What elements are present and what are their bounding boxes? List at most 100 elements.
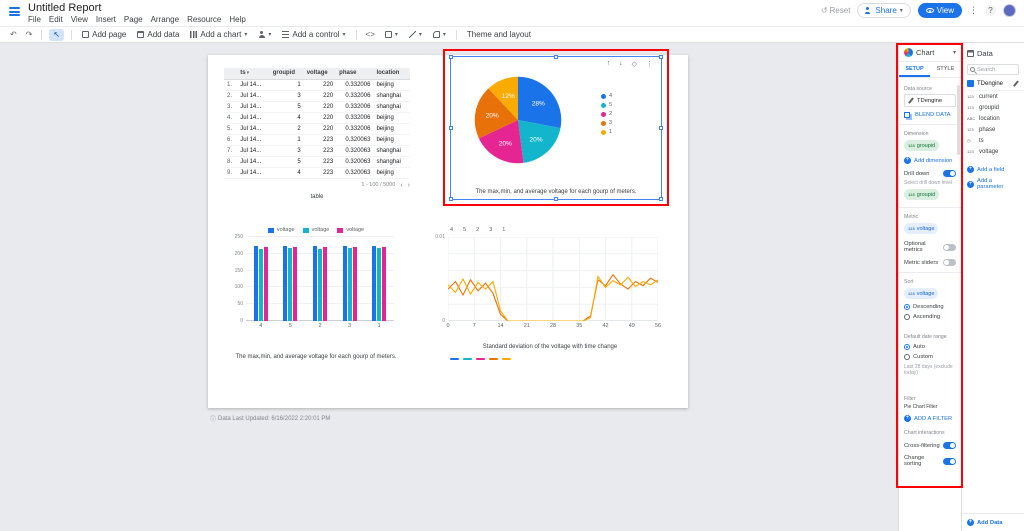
add-data-button-bottom[interactable]: + Add Data bbox=[967, 519, 1019, 526]
bar-3[interactable] bbox=[343, 246, 347, 321]
legend-item-5[interactable]: 5 bbox=[601, 102, 612, 108]
scrollbar[interactable] bbox=[957, 85, 960, 155]
table-row[interactable]: 6.Jul 14...12230.320063beijing bbox=[224, 134, 410, 145]
legend-item-voltage[interactable]: voltage bbox=[303, 227, 330, 233]
add-dimension-button[interactable]: + Add dimension bbox=[904, 157, 956, 164]
table-row[interactable]: 4.Jul 14...42200.332006beijing bbox=[224, 112, 410, 123]
table-row[interactable]: 2.Jul 14...32200.332006shanghai bbox=[224, 90, 410, 101]
legend-item-2[interactable]: 2 bbox=[476, 227, 479, 233]
data-source-chip[interactable]: TDengine bbox=[904, 94, 956, 107]
legend-item-4[interactable]: 4 bbox=[450, 227, 453, 233]
bar-1[interactable] bbox=[382, 247, 386, 321]
shape-dropdown[interactable]: ▾ bbox=[430, 30, 449, 39]
legend-item-voltage[interactable]: voltage bbox=[337, 227, 364, 233]
share-button[interactable]: Share▾ bbox=[857, 3, 910, 18]
menu-page[interactable]: Page bbox=[124, 15, 143, 24]
bar-4[interactable] bbox=[259, 249, 263, 321]
selection-handle[interactable] bbox=[659, 126, 663, 130]
column-header-location[interactable]: location bbox=[373, 68, 410, 79]
sort-descending-radio[interactable]: Descending bbox=[904, 304, 956, 310]
menu-help[interactable]: Help bbox=[229, 15, 245, 24]
more-options-icon[interactable]: ⋮ bbox=[969, 5, 978, 16]
view-button[interactable]: View bbox=[918, 3, 962, 18]
bar-5[interactable] bbox=[283, 246, 287, 321]
bar-5[interactable] bbox=[293, 247, 297, 321]
sort-ascending-radio[interactable]: Ascending bbox=[904, 314, 956, 320]
table-row[interactable]: 3.Jul 14...52200.332006shanghai bbox=[224, 101, 410, 112]
community-visualizations-dropdown[interactable]: ▾ bbox=[255, 30, 274, 39]
column-header-groupid[interactable]: groupid bbox=[270, 68, 304, 79]
selection-handle[interactable] bbox=[554, 55, 558, 59]
metric-sliders-toggle[interactable] bbox=[943, 259, 956, 266]
selection-handle[interactable] bbox=[659, 55, 663, 59]
cross-filtering-toggle[interactable] bbox=[943, 442, 956, 449]
legend-item-3[interactable]: 3 bbox=[489, 227, 492, 233]
table-row[interactable]: 9.Jul 14...42230.320063beijing bbox=[224, 167, 410, 178]
dimension-chip-groupid[interactable]: 123 groupid bbox=[904, 140, 939, 151]
theme-layout-button[interactable]: Theme and layout bbox=[464, 29, 534, 40]
field-search[interactable] bbox=[967, 64, 1019, 75]
bar-3[interactable] bbox=[348, 248, 352, 321]
add-filter-button[interactable]: + ADD A FILTER bbox=[904, 415, 956, 422]
field-groupid[interactable]: 123groupid bbox=[962, 102, 1024, 113]
add-chart-dropdown[interactable]: Add a chart▾ bbox=[187, 29, 250, 40]
bar-5[interactable] bbox=[288, 248, 292, 321]
line-chart[interactable]: 45231 00.01 0714212835424956 Standard de… bbox=[434, 227, 666, 360]
bar-4[interactable] bbox=[254, 246, 258, 321]
arrow-up-icon[interactable]: ↑ bbox=[607, 60, 611, 68]
menu-view[interactable]: View bbox=[71, 15, 88, 24]
legend-item-5[interactable]: 5 bbox=[463, 227, 466, 233]
field-ts[interactable]: ◷ts bbox=[962, 135, 1024, 146]
table-row[interactable]: 5.Jul 14...22200.332006beijing bbox=[224, 123, 410, 134]
sort-chip-voltage[interactable]: 123 voltage bbox=[904, 288, 938, 299]
bar-1[interactable] bbox=[372, 246, 376, 321]
legend-item-3[interactable]: 3 bbox=[601, 120, 612, 126]
legend-item-4[interactable]: 4 bbox=[601, 93, 612, 99]
select-tool[interactable]: ↖ bbox=[49, 29, 64, 41]
app-logo[interactable] bbox=[9, 7, 20, 18]
field-current[interactable]: 123current bbox=[962, 91, 1024, 102]
legend-item-1[interactable]: 1 bbox=[601, 129, 612, 135]
table-row[interactable]: 8.Jul 14...52230.320063shanghai bbox=[224, 156, 410, 167]
reset-button[interactable]: ↺Reset bbox=[821, 6, 851, 15]
menu-insert[interactable]: Insert bbox=[96, 15, 116, 24]
column-header-ts[interactable]: ts▾ bbox=[237, 68, 269, 79]
more-options-icon[interactable]: ⋮ bbox=[646, 60, 653, 68]
add-parameter-button[interactable]: + Add a parameter bbox=[967, 178, 1019, 190]
pin-icon[interactable]: ◇ bbox=[632, 60, 637, 68]
field-voltage[interactable]: 123voltage bbox=[962, 146, 1024, 157]
table-row[interactable]: 7.Jul 14...32230.320063shanghai bbox=[224, 145, 410, 156]
metric-chip-voltage[interactable]: 123 voltage bbox=[904, 223, 938, 234]
bar-1[interactable] bbox=[377, 248, 381, 321]
dataset-row[interactable]: TDengine bbox=[962, 77, 1024, 91]
date-auto-radio[interactable]: Auto bbox=[904, 344, 956, 350]
arrow-down-icon[interactable]: ↓ bbox=[619, 60, 623, 68]
canvas[interactable]: ts▾groupid voltage phaselocation 1.Jul 14.… bbox=[0, 43, 898, 531]
selection-handle[interactable] bbox=[449, 55, 453, 59]
line-dropdown[interactable]: ▾ bbox=[406, 30, 425, 39]
bar-2[interactable] bbox=[323, 247, 327, 321]
selection-handle[interactable] bbox=[449, 126, 453, 130]
redo-icon[interactable]: ↷ bbox=[24, 30, 35, 39]
undo-icon[interactable]: ↶ bbox=[8, 30, 19, 39]
drill-down-toggle[interactable] bbox=[943, 170, 956, 177]
tab-setup[interactable]: SETUP bbox=[899, 62, 930, 77]
add-control-dropdown[interactable]: Add a control▾ bbox=[279, 29, 348, 40]
embed-icon[interactable]: <> bbox=[364, 30, 377, 39]
bar-4[interactable] bbox=[264, 247, 268, 321]
change-sorting-toggle[interactable] bbox=[943, 458, 956, 465]
selection-handle[interactable] bbox=[659, 197, 663, 201]
table-row[interactable]: 1.Jul 14...12200.332006beijing bbox=[224, 79, 410, 90]
next-page-icon[interactable]: › bbox=[408, 182, 410, 189]
bar-chart[interactable]: voltagevoltagevoltage 050100150200250 45… bbox=[230, 227, 402, 360]
image-dropdown[interactable]: ▾ bbox=[382, 30, 401, 39]
selection-handle[interactable] bbox=[554, 197, 558, 201]
menu-resource[interactable]: Resource bbox=[187, 15, 221, 24]
search-input[interactable] bbox=[977, 67, 1016, 73]
optional-metrics-toggle[interactable] bbox=[943, 244, 956, 251]
column-header-phase[interactable]: phase bbox=[336, 68, 373, 79]
add-page-button[interactable]: Add page bbox=[79, 29, 129, 40]
tab-style[interactable]: STYLE bbox=[930, 62, 961, 77]
avatar[interactable] bbox=[1003, 4, 1016, 17]
field-phase[interactable]: 123phase bbox=[962, 124, 1024, 135]
